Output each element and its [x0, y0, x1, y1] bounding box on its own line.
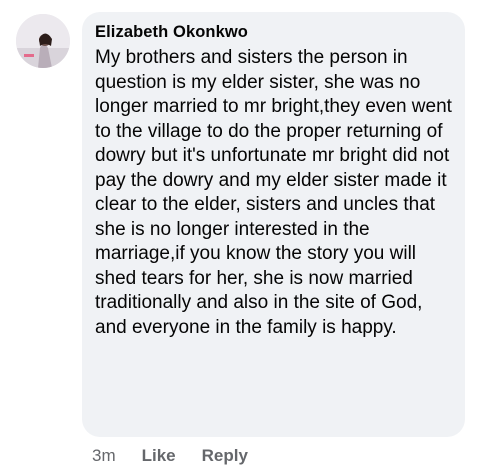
profile-photo-icon — [16, 14, 70, 68]
comment-text: My brothers and sisters the person in qu… — [95, 47, 452, 338]
like-button[interactable]: Like — [142, 446, 176, 466]
comment-actions: 3m Like Reply — [92, 446, 248, 466]
comment-author[interactable]: Elizabeth Okonkwo — [95, 22, 455, 42]
reply-button[interactable]: Reply — [202, 446, 248, 466]
comment-bubble: Elizabeth Okonkwo My brothers and sister… — [82, 12, 465, 437]
comment-timestamp[interactable]: 3m — [92, 446, 116, 466]
avatar[interactable] — [16, 14, 70, 68]
